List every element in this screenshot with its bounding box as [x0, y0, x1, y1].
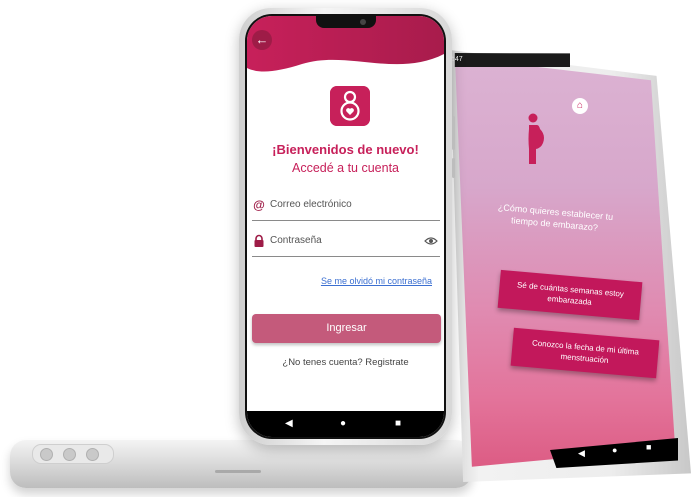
- camera-module: [32, 444, 114, 464]
- front-phone-frame: ← ¡Bienvenidos de nuevo! Accedé a tu cue…: [239, 8, 455, 445]
- nav-home-button[interactable]: ●: [612, 445, 617, 455]
- camera-notch: [315, 16, 376, 28]
- welcome-subtitle: Accedé a tu cuenta: [291, 161, 400, 175]
- eye-icon[interactable]: [424, 236, 438, 246]
- status-bar: [454, 53, 570, 67]
- email-field[interactable]: @ Correo electrónico: [252, 194, 440, 221]
- front-nav-bar: ◀ ● ■: [247, 411, 444, 437]
- lock-icon: [254, 234, 264, 247]
- password-field[interactable]: Contraseña: [252, 230, 440, 257]
- nav-recents-button[interactable]: ■: [395, 418, 401, 430]
- pregnant-woman-icon: [528, 113, 544, 164]
- option-weeks-label: Sé de cuántas semanas estoy embarazada: [516, 280, 625, 307]
- forgot-password-link[interactable]: Se me olvidó mi contraseña: [321, 276, 432, 286]
- nav-home-button[interactable]: ●: [340, 418, 346, 430]
- pregnancy-logo-icon: [330, 86, 370, 126]
- login-button[interactable]: Ingresar: [252, 314, 441, 343]
- nav-back-button[interactable]: ◀: [578, 448, 585, 459]
- at-icon: @: [253, 198, 265, 212]
- register-link[interactable]: ¿No tenes cuenta? Registrate: [247, 357, 444, 368]
- email-placeholder: Correo electrónico: [270, 199, 352, 210]
- back-arrow-icon[interactable]: ←: [252, 30, 272, 50]
- welcome-title: ¡Bienvenidos de nuevo!: [272, 142, 419, 157]
- password-placeholder: Contraseña: [270, 235, 322, 246]
- right-phone-screen: [454, 57, 676, 467]
- nav-recents-button[interactable]: ■: [646, 442, 651, 452]
- lying-phone: [10, 440, 472, 488]
- home-icon[interactable]: ⌂: [572, 98, 588, 114]
- login-screen: ← ¡Bienvenidos de nuevo! Accedé a tu cue…: [247, 16, 444, 437]
- charging-port: [215, 470, 261, 473]
- nav-back-button[interactable]: ◀: [285, 418, 293, 430]
- option-last-period-label: Conozco la fecha de mi última menstruaci…: [531, 338, 640, 366]
